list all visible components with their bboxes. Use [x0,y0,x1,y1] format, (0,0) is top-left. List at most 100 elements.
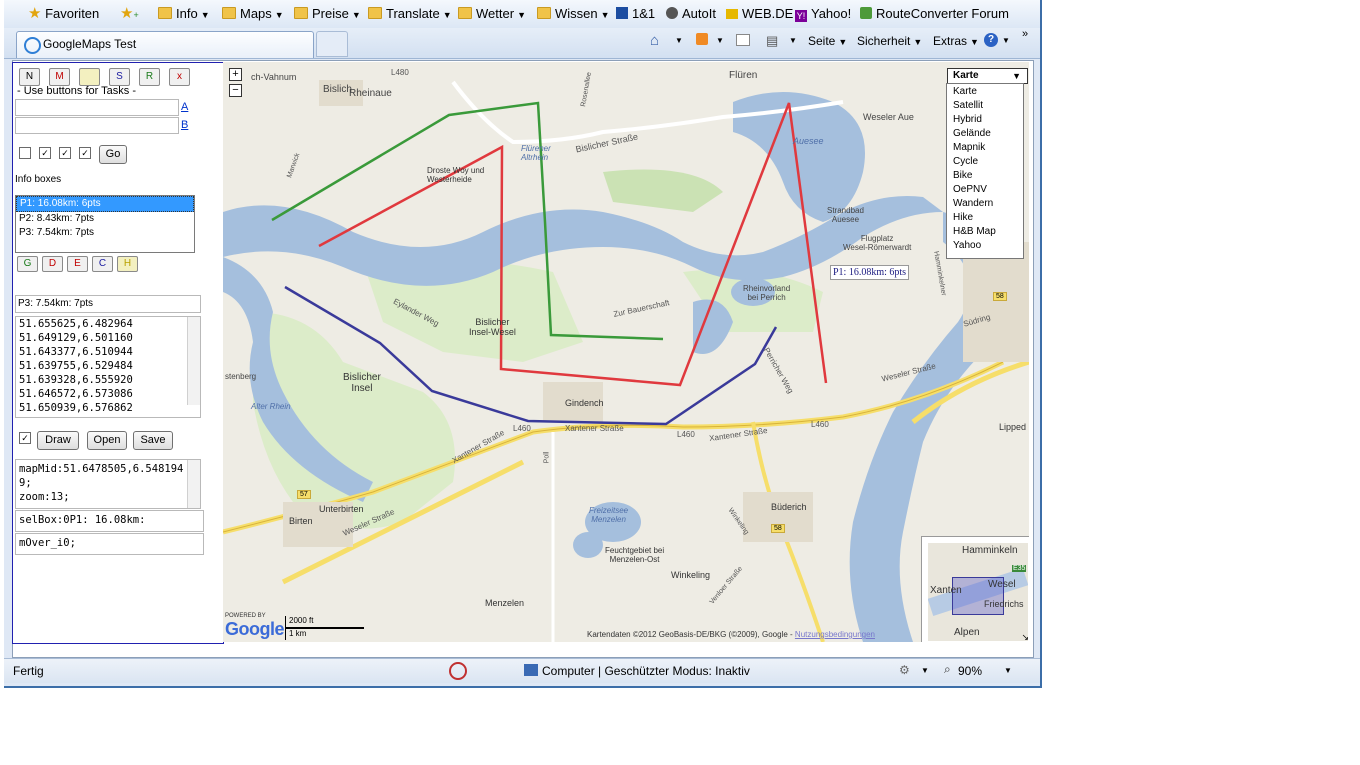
maptype-option[interactable]: H&B Map [953,225,996,239]
task-button-yellow[interactable] [79,68,100,86]
help-icon[interactable]: ? [984,33,998,47]
favorites-button[interactable]: ★ Favoriten [28,5,99,23]
selected-route-field[interactable]: P3: 7.54km: 7pts [15,295,201,313]
mover-field[interactable]: mOver_i0; [15,533,204,555]
fav-link-routeconverter[interactable]: RouteConverter Forum [860,5,1009,23]
input-b[interactable] [15,117,179,134]
terms-link[interactable]: Nutzungsbedingungen [795,630,875,639]
color-button-h[interactable]: H [117,256,138,272]
fav-link-webde[interactable]: WEB.DE [726,5,793,23]
help-dropdown-icon[interactable]: ▼ [1002,36,1010,45]
fav-folder-wissen[interactable]: Wissen ▼ [537,5,610,23]
print-dropdown-icon[interactable]: ▼ [789,36,797,45]
map-view[interactable]: Rheinaue ch-Vahnum Bislich Flüren Wesele… [223,62,1029,642]
add-favorite-icon[interactable]: ★+ [120,5,139,23]
menu-extras[interactable]: Extras ▼ [933,34,979,48]
feeds-icon[interactable] [696,33,708,45]
resize-arrow-icon[interactable]: ↘ [1021,632,1029,642]
blocked-icon[interactable] [449,662,467,680]
input-a[interactable] [15,99,179,116]
checkbox-3[interactable]: ✓ [59,147,71,159]
maptype-option[interactable]: Hike [953,211,973,225]
task-button-r[interactable]: R [139,68,160,86]
menu-sicherheit[interactable]: Sicherheit ▼ [857,34,922,48]
folder-icon [222,7,236,19]
fav-folder-translate[interactable]: Translate ▼ [368,5,452,23]
fav-folder-maps[interactable]: Maps ▼ [222,5,284,23]
maptype-option[interactable]: OePNV [953,183,987,197]
link-b[interactable]: B [181,119,188,131]
print-icon[interactable]: ▤ [766,33,778,49]
home-dropdown-icon[interactable]: ▼ [675,36,683,45]
map-label: Auesee [793,136,824,146]
task-button-n[interactable]: N [19,68,40,86]
maptype-option[interactable]: Hybrid [953,113,982,127]
tasks-hint: - Use buttons for Tasks - [17,85,137,97]
link-a[interactable]: A [181,101,188,113]
checkbox-4[interactable]: ✓ [79,147,91,159]
fav-link-1und1[interactable]: 1&1 [616,5,655,23]
color-button-c[interactable]: C [92,256,113,272]
overview-map[interactable]: Hamminkeln Wesel Xanten Friedrichs Alpen… [921,536,1029,642]
map-label: Gindench [565,398,604,408]
fav-folder-wetter[interactable]: Wetter ▼ [458,5,526,23]
overview-label: E35 [1012,565,1027,572]
draw-button[interactable]: Draw [37,431,79,450]
map-attribution: Kartendaten ©2012 GeoBasis-DE/BKG (©2009… [587,630,875,639]
maptype-option[interactable]: Yahoo [953,239,981,253]
coords-scrollbar[interactable] [187,317,200,405]
mapmid-textarea[interactable]: mapMid:51.6478505,6.5481949; zoom:13; [15,459,201,509]
list-item[interactable]: P1: 16.08km: 6pts [16,196,194,212]
tab-googlemaps-test[interactable]: GoogleMaps Test [16,31,314,58]
draw-checkbox[interactable]: ✓ [19,432,31,444]
open-button[interactable]: Open [87,431,127,450]
color-button-g[interactable]: G [17,256,38,272]
mapmid-scrollbar[interactable] [187,460,200,508]
fav-folder-preise[interactable]: Preise ▼ [294,5,361,23]
zoom-in-button[interactable]: + [229,68,242,81]
mail-icon[interactable] [736,34,750,46]
zoom-dropdown-icon[interactable]: ▼ [1004,666,1012,675]
checkbox-2[interactable]: ✓ [39,147,51,159]
save-button[interactable]: Save [133,431,173,450]
maptype-option[interactable]: Satellit [953,99,983,113]
list-item[interactable]: P3: 7.54km: 7pts [16,226,194,240]
overview-label: Wesel [988,579,1016,590]
fav-link-autoit[interactable]: AutoIt [666,5,716,23]
maptype-option[interactable]: Wandern [953,197,993,211]
zoom-level[interactable]: 90% [958,664,982,678]
coord-line: 51.646572,6.573086 [19,388,133,400]
selbox-field[interactable]: selBox:0P1: 16.08km: [15,510,204,532]
map-label: Rheinvorland bei Perrich [743,284,791,302]
maptype-option[interactable]: Mapnik [953,141,985,155]
route-list[interactable]: P1: 16.08km: 6pts P2: 8.43km: 7pts P3: 7… [15,195,195,253]
road-shield: 58 [993,292,1007,301]
map-label: Feuchtgebiet bei Menzelen-Ost [605,546,665,564]
go-button[interactable]: Go [99,145,127,164]
task-button-s[interactable]: S [109,68,130,86]
maptype-option[interactable]: Karte [953,85,977,99]
overview-label: Friedrichs [984,599,1024,609]
maptype-select[interactable]: Karte ▼ [947,68,1028,84]
fav-folder-info[interactable]: Info ▼ [158,5,210,23]
checkbox-1[interactable] [19,147,31,159]
color-button-e[interactable]: E [67,256,88,272]
new-tab-button[interactable] [316,31,348,57]
coord-line: 51.643377,6.510944 [19,346,133,358]
home-icon[interactable]: ⌂ [650,32,659,49]
menu-seite[interactable]: Seite ▼ [808,34,847,48]
more-chevron-icon[interactable]: » [1022,28,1028,40]
task-button-m[interactable]: M [49,68,70,86]
maptype-option[interactable]: Bike [953,169,972,183]
gear-icon[interactable]: ⚙ [899,663,910,677]
zoom-out-button[interactable]: − [229,84,242,97]
task-button-x[interactable]: x [169,68,190,86]
maptype-option[interactable]: Cycle [953,155,978,169]
maptype-option[interactable]: Gelände [953,127,991,141]
color-button-d[interactable]: D [42,256,63,272]
feeds-dropdown-icon[interactable]: ▼ [716,36,724,45]
list-item[interactable]: P2: 8.43km: 7pts [16,212,194,226]
fav-link-yahoo[interactable]: Y! Yahoo! [795,5,851,23]
chevron-down-icon[interactable]: ▼ [921,666,929,675]
coords-textarea[interactable]: 51.655625,6.482964 51.649129,6.501160 51… [15,316,201,418]
